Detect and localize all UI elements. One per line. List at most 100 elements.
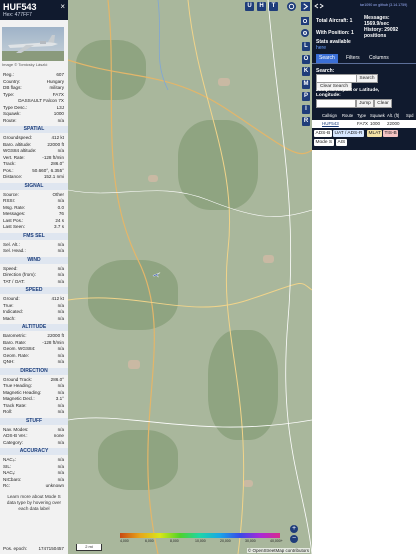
aircraft-info-panel: HUF543 Hex: 477FF7 × Image © Tomicsky Lá… (0, 0, 68, 554)
info-label: Direction (from): (3, 272, 36, 277)
info-value: n/a (57, 315, 64, 321)
info-row: Geom. Rate: n/a (3, 353, 64, 359)
info-value: 412 kt (51, 296, 64, 301)
info-row: Track: 286.0° (3, 161, 64, 167)
altitude-tick-label: 8,000 (170, 539, 179, 543)
info-row: NACᵥ: n/a (3, 470, 64, 476)
map-canvas[interactable] (68, 0, 312, 554)
info-row: NACₚ: n/a (3, 457, 64, 463)
info-label: Vert. Rate: (3, 154, 25, 160)
map-button-u[interactable]: U (245, 2, 254, 11)
layers-icon[interactable] (287, 2, 296, 11)
jump-label: Jump to Airport or Latitude, Longitude: (316, 88, 380, 98)
tabs-underline (312, 63, 416, 64)
section-header: WIND (0, 256, 68, 264)
column-header[interactable]: Alt. (ft) (387, 112, 399, 120)
map-button-r[interactable]: R (302, 117, 310, 126)
info-row: RSSI: n/a (3, 198, 64, 204)
map-button-i[interactable]: I (302, 104, 310, 114)
jump-button[interactable]: Jump (356, 99, 374, 108)
aircraft-marker-icon[interactable] (152, 270, 161, 279)
map-attribution[interactable]: © OpenStreetMap contributors (246, 548, 310, 553)
info-label: Sel. Head.: (3, 248, 26, 253)
stats-link[interactable]: here (316, 45, 326, 51)
column-header[interactable]: Callsign (322, 112, 337, 120)
altitude-legend-labels: 4,000 6,000 8,000 10,000 20,000 30,000 40,000+ (120, 539, 283, 544)
panel-arrows-icon[interactable] (314, 3, 324, 9)
info-value: n/a (57, 476, 64, 482)
close-icon[interactable]: × (60, 2, 65, 11)
map-button-m[interactable]: M (302, 79, 310, 89)
map-button-k[interactable]: K (302, 67, 310, 76)
section-header: SPEED (0, 287, 68, 294)
info-row: NICbaro: n/a (3, 477, 64, 483)
info-row: DASSAULT Falcon 7X (3, 98, 64, 104)
info-row: Route: n/a (3, 118, 64, 124)
info-label: Pos.: (3, 167, 14, 173)
legend-ads-b: ADS-B (314, 130, 332, 137)
info-value: -128 ft/min (42, 154, 64, 160)
clear-jump-button[interactable]: Clear (374, 99, 392, 108)
tab-search[interactable]: Search (316, 54, 338, 63)
info-label: Magnetic Decl.: (3, 396, 35, 401)
info-row: TAT / OAT: n/a (3, 279, 64, 285)
messages-rate: Messages: 1569.9/sec (364, 15, 390, 27)
info-row: Messages: 76 (3, 211, 64, 217)
info-row: Indicated: n/a (3, 309, 64, 315)
section-header: DIRECTION (0, 367, 68, 375)
map-button-p[interactable]: P (302, 92, 310, 101)
info-label: Track Rate: (3, 402, 27, 408)
zoom-out-button[interactable]: − (290, 535, 298, 543)
tab-columns[interactable]: Columns (366, 54, 392, 63)
column-header[interactable]: Squawk (370, 112, 385, 120)
info-label: NACₚ: (3, 457, 16, 462)
info-row: Last Seen: 3.7 s (3, 224, 64, 230)
selected-callsign: HUF543 (3, 2, 37, 12)
info-label: Mach: (3, 315, 16, 321)
info-row: Squawk: 1000 (3, 111, 64, 117)
info-value: n/a (57, 117, 64, 123)
info-row: Distance: 152.1 nmi (3, 174, 64, 180)
altitude-tick-label: 6,000 (145, 539, 154, 543)
info-label: Country: (3, 78, 21, 84)
search-button[interactable]: Search (356, 74, 378, 83)
expand-panel-icon[interactable] (301, 2, 310, 11)
info-value: -128 ft/min (42, 339, 64, 345)
map-button-t[interactable]: T (269, 2, 278, 11)
map-button-o[interactable]: O (302, 54, 310, 64)
aircraft-photo (2, 27, 64, 61)
info-label: Reg.: (3, 72, 14, 77)
column-header[interactable]: Type (357, 112, 366, 120)
center-on-aircraft-icon[interactable] (301, 29, 309, 37)
info-value: n/a (57, 248, 64, 253)
github-link[interactable]: tar1090 on github (3.14.1759) (360, 3, 407, 7)
aircraft-photo-image (2, 35, 64, 61)
legend-ais: AIS (336, 139, 347, 146)
info-value: n/a (57, 426, 64, 432)
column-header[interactable]: Route (342, 112, 353, 120)
info-label: Nav. Modes: (3, 426, 29, 432)
map-button-h[interactable]: H (257, 2, 266, 11)
info-label: Geom. Rate: (3, 352, 30, 358)
settings-icon[interactable] (301, 17, 309, 25)
info-row: Rc: unknown (3, 483, 64, 489)
section-header: ALTITUDE (0, 324, 68, 331)
table-cell: 22000 (387, 121, 400, 126)
zoom-in-button[interactable]: + (290, 525, 298, 533)
map-button-l[interactable]: L (302, 42, 310, 51)
info-value: n/a (57, 302, 64, 308)
jump-input[interactable] (316, 99, 356, 108)
info-label: Pos. epoch: (3, 546, 28, 551)
info-value: none (53, 433, 64, 438)
info-label: True Heading: (3, 383, 32, 388)
info-label: Source: (3, 191, 19, 197)
info-row: True Heading: n/a (3, 383, 64, 389)
tab-filters[interactable]: Filters (343, 54, 363, 63)
info-row: Country: Hungary (3, 79, 64, 85)
info-header: HUF543 Hex: 477FF7 × (0, 0, 68, 20)
info-label: TAT / OAT: (3, 278, 25, 284)
info-row: QNH: n/a (3, 359, 64, 365)
column-header[interactable]: Spd (406, 112, 413, 120)
table-row[interactable]: HUF543 FA7X 1000 22000 (312, 120, 416, 128)
info-row: Reg.: 607 (3, 72, 64, 78)
